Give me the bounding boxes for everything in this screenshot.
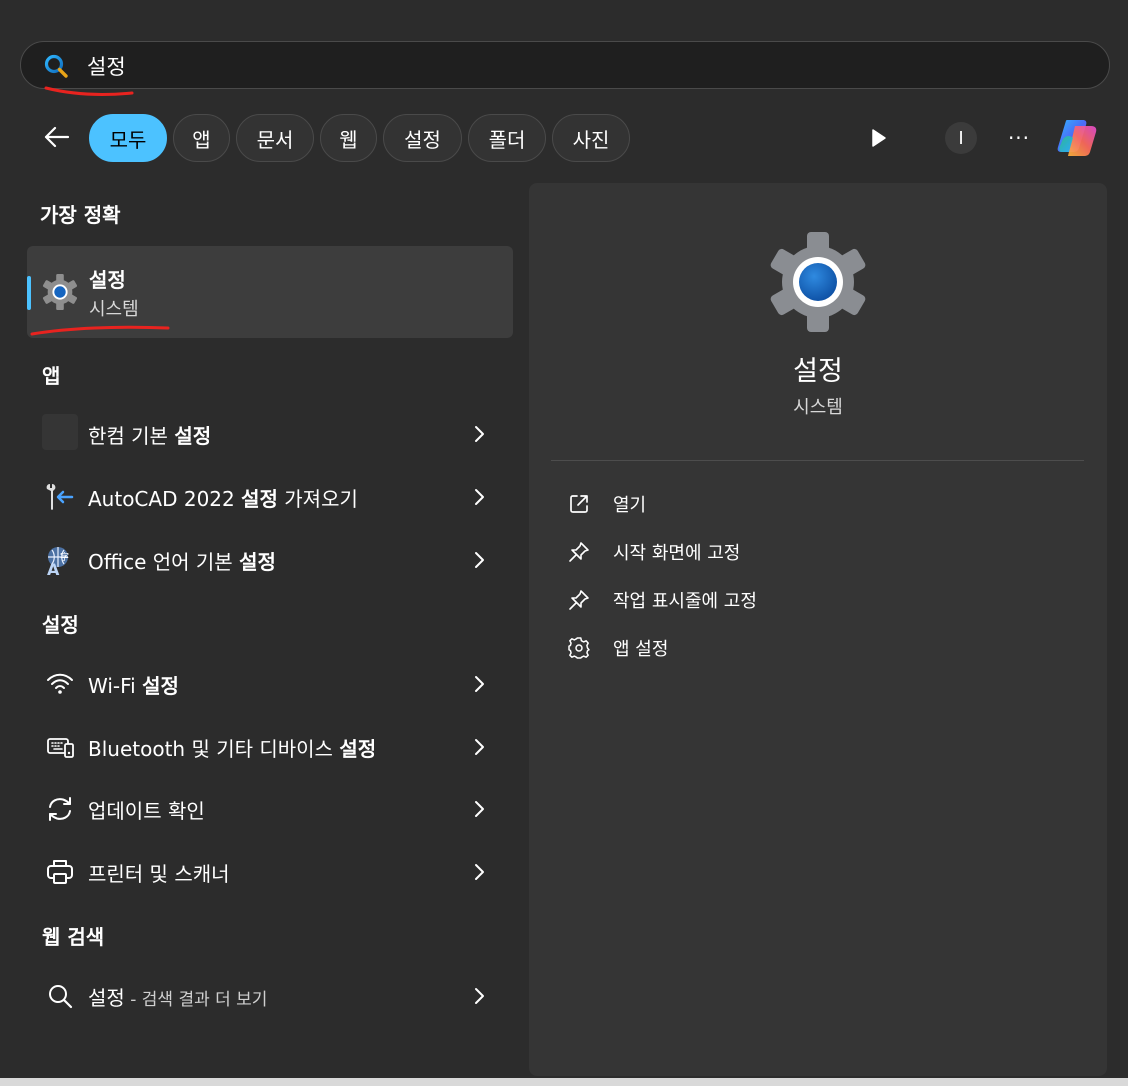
best-match-heading: 가장 정확	[40, 203, 121, 227]
chevron-right-icon[interactable]	[469, 737, 489, 757]
detail-title: 설정	[793, 356, 843, 387]
setting-result-update[interactable]: 업데이트 확인	[40, 783, 510, 835]
web-search-heading: 웹 검색	[42, 925, 105, 949]
best-match-title: 설정	[89, 268, 126, 292]
search-icon	[44, 54, 68, 78]
chevron-right-icon[interactable]	[469, 862, 489, 882]
setting-result-bluetooth[interactable]: Bluetooth 및 기타 디바이스 설정	[40, 721, 510, 773]
back-arrow-icon[interactable]	[40, 121, 72, 153]
action-pin-taskbar[interactable]: 작업 표시줄에 고정	[565, 579, 1065, 619]
settings-gear-icon	[42, 273, 78, 311]
action-label: 열기	[613, 495, 647, 516]
detail-subtitle: 시스템	[793, 397, 843, 418]
chevron-right-icon[interactable]	[469, 550, 489, 570]
gear-icon	[568, 637, 590, 659]
setting-result-wifi[interactable]: Wi-Fi 설정	[40, 658, 510, 710]
app-result-hancom-settings[interactable]: 한컴 기본 설정	[40, 408, 510, 460]
svg-text:字: 字	[60, 551, 69, 563]
profile-button[interactable]: I	[945, 122, 977, 154]
copilot-icon[interactable]	[1053, 114, 1101, 162]
app-result-office-language[interactable]: A 字 Office 언어 기본 설정	[40, 534, 510, 586]
more-options-icon[interactable]: ···	[1003, 122, 1035, 154]
chevron-right-icon[interactable]	[469, 986, 489, 1006]
autocad-import-icon	[46, 484, 74, 510]
refresh-icon	[49, 797, 71, 821]
selection-indicator	[27, 276, 31, 310]
action-label: 시작 화면에 고정	[613, 543, 741, 564]
filter-all[interactable]: 모두	[89, 114, 167, 162]
pin-icon	[569, 590, 589, 610]
setting-result-printers[interactable]: 프린터 및 스캐너	[40, 846, 510, 898]
bottom-edge	[0, 1078, 1128, 1086]
settings-gear-icon	[770, 232, 866, 332]
filter-settings[interactable]: 설정	[383, 114, 462, 162]
action-label: 앱 설정	[613, 639, 669, 660]
office-language-icon: A 字	[47, 547, 69, 576]
action-pin-start[interactable]: 시작 화면에 고정	[565, 531, 1065, 571]
search-icon	[49, 985, 73, 1009]
best-match-settings[interactable]: 설정 시스템	[27, 246, 513, 338]
app-result-autocad-import[interactable]: AutoCAD 2022 설정 가져오기	[40, 471, 510, 523]
detail-panel: 설정 시스템 열기 시작 화면에 고정 작업 표시줄에 고정 앱 설정	[529, 183, 1107, 1076]
filter-apps[interactable]: 앱	[173, 114, 230, 162]
chevron-right-icon[interactable]	[469, 424, 489, 444]
search-input[interactable]: 설정	[87, 51, 126, 81]
hancom-app-icon	[42, 414, 78, 450]
pin-icon	[569, 542, 589, 562]
wifi-icon	[47, 673, 73, 694]
chevron-right-icon[interactable]	[469, 674, 489, 694]
chevron-right-icon[interactable]	[469, 799, 489, 819]
svg-text:A: A	[47, 560, 60, 576]
filter-photos[interactable]: 사진	[552, 114, 630, 162]
apps-heading: 앱	[42, 364, 61, 388]
start-search-window: 설정 모두 앱 문서 웹 설정 폴더 사진 I ··· 가장 정확 설정 시스템…	[0, 0, 1128, 1078]
search-box[interactable]: 설정	[20, 41, 1110, 89]
devices-icon	[47, 738, 74, 758]
web-search-result[interactable]: 설정 - 검색 결과 더 보기	[40, 970, 510, 1022]
settings-heading: 설정	[42, 613, 79, 637]
printer-icon	[47, 860, 73, 884]
filter-web[interactable]: 웹	[320, 114, 377, 162]
action-app-settings[interactable]: 앱 설정	[565, 627, 1065, 667]
chevron-right-icon[interactable]	[469, 487, 489, 507]
filter-documents[interactable]: 문서	[236, 114, 314, 162]
best-match-subtitle: 시스템	[89, 299, 139, 320]
action-open[interactable]: 열기	[565, 483, 1065, 523]
play-icon[interactable]	[866, 126, 890, 150]
open-external-icon	[570, 495, 588, 513]
action-label: 작업 표시줄에 고정	[613, 591, 757, 612]
filter-folders[interactable]: 폴더	[468, 114, 546, 162]
divider	[551, 460, 1084, 461]
